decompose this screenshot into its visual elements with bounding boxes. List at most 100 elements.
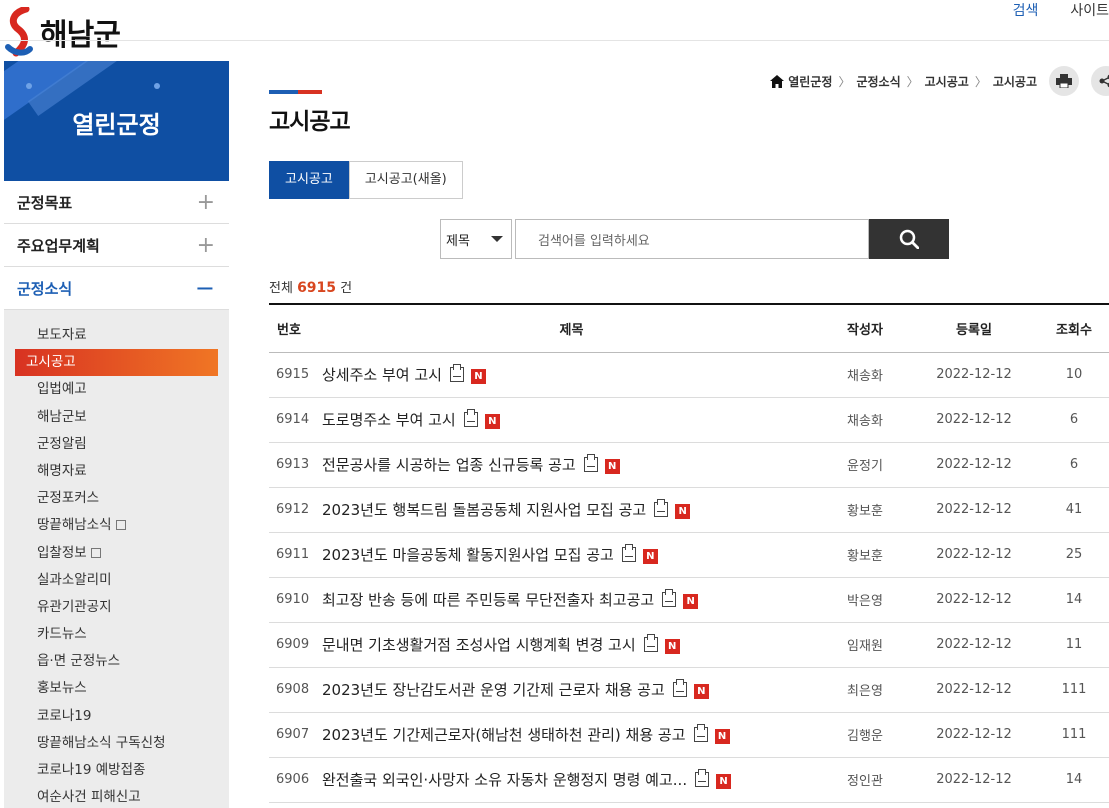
row-title-link[interactable]: 문내면 기초생활거점 조성사업 시행계획 변경 고시 xyxy=(322,636,636,654)
sidebar-item[interactable]: 카드뉴스 xyxy=(15,621,218,648)
row-title-link[interactable]: 전문공사를 시공하는 업종 신규등록 공고 xyxy=(322,456,576,474)
top-link-sitemap[interactable]: 사이트 xyxy=(1070,0,1109,20)
row-date: 2022-12-12 xyxy=(909,352,1039,398)
new-badge: N xyxy=(470,369,486,384)
sidebar-submenu: 보도자료 고시공고 입법예고 해남군보 군정알림 해명자료 군정포커스 땅끝해남… xyxy=(4,310,229,808)
sidebar-item[interactable]: 해명자료 xyxy=(15,458,218,485)
row-title-link[interactable]: 최고장 반송 등에 따른 주민등록 무단전출자 최고공고 xyxy=(322,591,654,609)
sidebar-item[interactable]: 코로나19 xyxy=(15,703,218,730)
row-title-cell: 상세주소 부여 고시 N xyxy=(319,352,821,398)
sidebar-item-external[interactable]: 땅끝해남소식 xyxy=(15,512,218,539)
row-title-link[interactable]: 2023년도 마을공동체 활동지원사업 모집 공고 xyxy=(322,546,614,564)
breadcrumb-item[interactable]: 고시공고 xyxy=(993,73,1037,90)
column-header-num: 번호 xyxy=(269,303,319,353)
row-title-link[interactable]: 상세주소 부여 고시 xyxy=(322,366,442,384)
search-input[interactable]: 검색어를 입력하세요 xyxy=(515,219,869,259)
column-header-title: 제목 xyxy=(319,303,821,353)
sidebar-item[interactable]: 유관기관공지 xyxy=(15,594,218,621)
sidebar-item[interactable]: 땅끝해남소식 구독신청 xyxy=(15,730,218,757)
table-row[interactable]: 6911 2023년도 마을공동체 활동지원사업 모집 공고 N 황보훈 2022-12… xyxy=(269,532,1109,578)
sidebar-banner: 열린군정 xyxy=(4,61,229,181)
table-row[interactable]: 6912 2023년도 행복드림 돌봄공동체 지원사업 모집 공고 N 황보훈 2022… xyxy=(269,487,1109,533)
table-row[interactable]: 6908 2023년도 장난감도서관 운영 기간제 근로자 채용 공고 N 최은영 20… xyxy=(269,667,1109,713)
row-number: 6908 xyxy=(269,667,319,713)
row-date: 2022-12-12 xyxy=(909,487,1039,533)
page-title: 고시공고 xyxy=(269,109,351,135)
table-row[interactable]: 6906 완전출국 외국인·사망자 소유 자동차 운행정지 명령 예고... N 정인… xyxy=(269,757,1109,803)
row-title-link[interactable]: 도로명주소 부여 고시 xyxy=(322,411,456,429)
row-title-link[interactable]: 2023년도 행복드림 돌봄공동체 지원사업 모집 공고 xyxy=(322,501,646,519)
share-button[interactable] xyxy=(1091,66,1109,96)
row-number: 6909 xyxy=(269,622,319,668)
collapse-icon: − xyxy=(194,274,215,302)
row-title-cell: 2023년도 행복드림 돌봄공동체 지원사업 모집 공고 N xyxy=(319,487,821,533)
row-number: 6910 xyxy=(269,577,319,623)
row-number: 6915 xyxy=(269,352,319,398)
sidebar-item[interactable]: 실과소알리미 xyxy=(15,567,218,594)
row-title-cell: 전문공사를 시공하는 업종 신규등록 공고 N xyxy=(319,442,821,488)
sidebar-category-goals[interactable]: 군정목표 + xyxy=(4,181,229,224)
row-date: 2022-12-12 xyxy=(909,622,1039,668)
sidebar-item[interactable]: 군정알림 xyxy=(15,431,218,458)
row-writer: 황보훈 xyxy=(821,532,909,578)
breadcrumb-item[interactable]: 열린군정 xyxy=(788,73,832,90)
row-title-cell: 2023년도 장난감도서관 운영 기간제 근로자 채용 공고 N xyxy=(319,667,821,713)
sidebar-item[interactable]: 해남군보 xyxy=(15,404,218,431)
sidebar-item-external[interactable]: 입찰정보 xyxy=(15,540,218,567)
logo-mark-icon xyxy=(5,7,33,57)
home-icon[interactable] xyxy=(770,74,785,88)
row-views: 111 xyxy=(1039,667,1109,713)
table-row[interactable]: 6907 2023년도 기간제근로자(해남천 생태하천 관리) 채용 공고 N 김행운… xyxy=(269,712,1109,758)
sidebar-item-label: 땅끝해남소식 xyxy=(37,517,112,534)
sidebar-category-news[interactable]: 군정소식 − xyxy=(4,267,229,310)
expand-icon: + xyxy=(196,232,215,258)
table-row[interactable]: 6910 최고장 반송 등에 따른 주민등록 무단전출자 최고공고 N 박은영 2022… xyxy=(269,577,1109,623)
sidebar-item[interactable]: 코로나19 예방접종 xyxy=(15,757,218,784)
attachment-icon xyxy=(695,769,710,787)
table-row[interactable]: 6909 문내면 기초생활거점 조성사업 시행계획 변경 고시 N 임재원 2022-1… xyxy=(269,622,1109,668)
breadcrumb: 열린군정 〉 군정소식 〉 고시공고 〉 고시공고 xyxy=(770,66,1109,96)
sidebar-item[interactable]: 입법예고 xyxy=(15,376,218,403)
sidebar-item[interactable]: 군정포커스 xyxy=(15,485,218,512)
sidebar-item[interactable]: 여순사건 피해신고 xyxy=(15,784,218,808)
attachment-icon xyxy=(662,589,677,607)
row-number: 6906 xyxy=(269,757,319,803)
breadcrumb-item[interactable]: 고시공고 xyxy=(925,73,969,90)
row-title-cell: 도로명주소 부여 고시 N xyxy=(319,397,821,443)
table-row[interactable]: 6914 도로명주소 부여 고시 N 채송화 2022-12-12 6 xyxy=(269,397,1109,443)
sidebar-item-current[interactable]: 고시공고 xyxy=(15,349,218,377)
site-logo[interactable]: 해남군 xyxy=(4,6,121,58)
attachment-icon xyxy=(654,499,669,517)
row-writer: 박은영 xyxy=(821,577,909,623)
breadcrumb-item[interactable]: 군정소식 xyxy=(856,73,900,90)
row-title-cell: 문내면 기초생활거점 조성사업 시행계획 변경 고시 N xyxy=(319,622,821,668)
search-field-select[interactable]: 제목 xyxy=(440,219,512,259)
row-views: 11 xyxy=(1039,622,1109,668)
top-link-search[interactable]: 검색 xyxy=(1013,0,1039,20)
column-header-writer: 작성자 xyxy=(821,303,909,353)
print-button[interactable] xyxy=(1049,66,1079,96)
new-badge: N xyxy=(675,504,691,519)
row-date: 2022-12-12 xyxy=(909,667,1039,713)
row-title-link[interactable]: 완전출국 외국인·사망자 소유 자동차 운행정지 명령 예고... xyxy=(322,771,687,789)
total-count: 전체 6915 건 xyxy=(269,277,352,296)
table-row[interactable]: 6913 전문공사를 시공하는 업종 신규등록 공고 N 윤정기 2022-12-12 6 xyxy=(269,442,1109,488)
table-row[interactable]: 6915 상세주소 부여 고시 N 채송화 2022-12-12 10 xyxy=(269,352,1109,398)
tab-notice[interactable]: 고시공고 xyxy=(269,161,349,199)
sidebar-category-label: 군정소식 xyxy=(17,279,73,298)
row-views: 6 xyxy=(1039,442,1109,488)
sidebar-title: 열린군정 xyxy=(72,111,161,139)
attachment-icon xyxy=(621,544,636,562)
sidebar-item[interactable]: 읍·면 군정뉴스 xyxy=(15,648,218,675)
row-title-link[interactable]: 2023년도 기간제근로자(해남천 생태하천 관리) 채용 공고 xyxy=(322,726,686,744)
search-button[interactable] xyxy=(869,219,949,259)
row-writer: 정인관 xyxy=(821,757,909,803)
tab-notice-saeol[interactable]: 고시공고(새올) xyxy=(348,161,463,199)
sidebar-item[interactable]: 홍보뉴스 xyxy=(15,675,218,702)
sidebar-category-plans[interactable]: 주요업무계획 + xyxy=(4,224,229,267)
attachment-icon xyxy=(583,454,598,472)
row-title-cell: 2023년도 기간제근로자(해남천 생태하천 관리) 채용 공고 N xyxy=(319,712,821,758)
row-title-link[interactable]: 2023년도 장난감도서관 운영 기간제 근로자 채용 공고 xyxy=(322,681,665,699)
sidebar-item[interactable]: 보도자료 xyxy=(15,322,218,349)
row-number: 6914 xyxy=(269,397,319,443)
